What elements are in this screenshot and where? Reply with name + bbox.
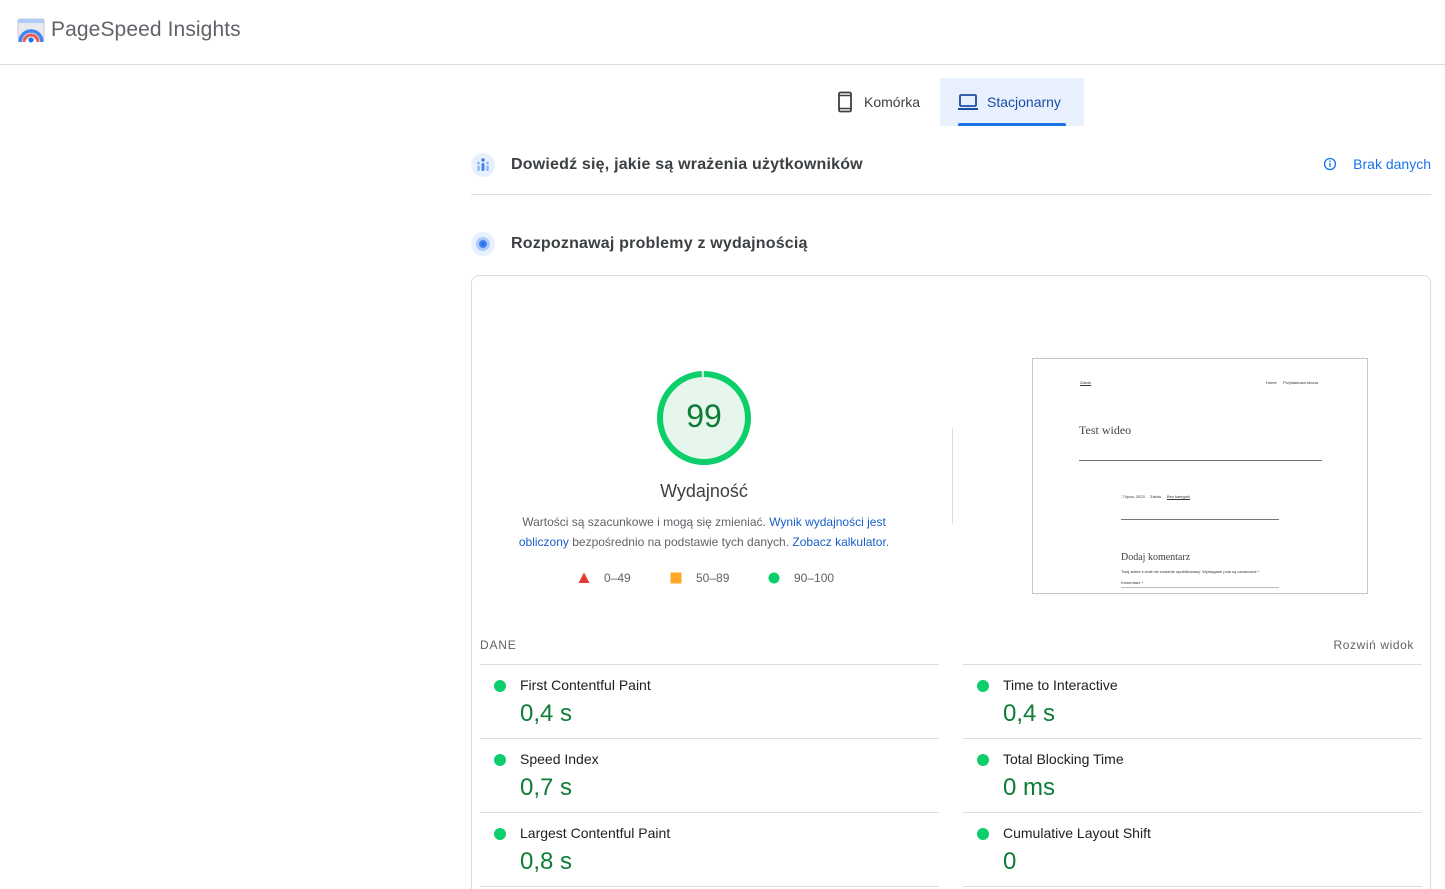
tab-desktop-label: Stacjonarny xyxy=(987,94,1061,110)
legend-fail-label: 0–49 xyxy=(604,571,631,585)
pass-dot-icon xyxy=(494,680,506,692)
metric-name: Cumulative Layout Shift xyxy=(1003,825,1151,841)
vertical-divider xyxy=(952,428,953,524)
users-icon xyxy=(471,153,495,177)
crux-section-header: Dowiedź się, jakie są wrażenia użytkowni… xyxy=(471,151,1431,179)
tab-mobile[interactable]: Komórka xyxy=(818,78,940,126)
no-data-label: Brak danych xyxy=(1353,156,1431,172)
metric-name: Speed Index xyxy=(520,751,599,767)
section-divider xyxy=(471,194,1431,195)
performance-description: Wartości są szacunkowe i mogą się zmieni… xyxy=(508,512,900,552)
preview-textarea xyxy=(1121,587,1279,588)
app-header: PageSpeed Insights xyxy=(0,0,1445,65)
preview-rule-2 xyxy=(1121,519,1279,520)
tab-mobile-label: Komórka xyxy=(864,94,921,110)
calculator-link[interactable]: Zobacz kalkulator xyxy=(792,535,885,549)
metrics-section-label: DANE xyxy=(480,638,517,652)
performance-label: Wydajność xyxy=(660,481,748,501)
circle-icon xyxy=(768,572,780,584)
legend-average-label: 50–89 xyxy=(696,571,730,585)
metric-lcp: Largest Contentful Paint 0,8 s xyxy=(480,812,939,886)
metric-cls: Cumulative Layout Shift 0 xyxy=(963,812,1422,886)
pass-dot-icon xyxy=(977,680,989,692)
expand-view-button[interactable]: Rozwiń widok xyxy=(1333,638,1414,652)
desc-text-2: bezpośrednio na podstawie tych danych. xyxy=(568,535,793,549)
metric-tbt: Total Blocking Time 0 ms xyxy=(963,738,1422,812)
preview-nav-home: Home xyxy=(1266,380,1277,385)
lighthouse-section-header: Rozpoznawaj problemy z wydajnością xyxy=(471,230,1431,258)
preview-nav-sample: Przykładowa strona xyxy=(1283,380,1318,385)
score-legend: 0–49 50–89 90–100 xyxy=(472,571,936,587)
preview-comment-label: Komentarz * xyxy=(1121,580,1144,585)
metric-value: 0,8 s xyxy=(520,848,573,875)
triangle-icon xyxy=(578,572,590,583)
pass-dot-icon xyxy=(977,828,989,840)
pagespeed-logo-icon[interactable] xyxy=(17,18,45,44)
legend-pass: 90–100 xyxy=(768,571,834,585)
metric-tti: Time to Interactive 0,4 s xyxy=(963,664,1422,738)
metrics-bottom-rule-right xyxy=(963,886,1422,887)
tab-desktop[interactable]: Stacjonarny xyxy=(940,78,1084,126)
no-data-status[interactable]: Brak danych xyxy=(1323,156,1431,172)
laptop-icon xyxy=(958,94,978,110)
info-icon xyxy=(1324,157,1337,171)
legend-average: 50–89 xyxy=(670,571,729,585)
pass-dot-icon xyxy=(977,754,989,766)
performance-card: 99 Wydajność Wartości są szacunkowe i mo… xyxy=(471,275,1431,889)
metric-name: Time to Interactive xyxy=(1003,677,1118,693)
preview-site-name: Zaloto xyxy=(1080,380,1092,385)
preview-meta-author: Zaloto xyxy=(1150,494,1162,499)
metric-value: 0,4 s xyxy=(520,700,573,727)
lighthouse-section-title: Rozpoznawaj problemy z wydajnością xyxy=(511,235,808,252)
metric-value: 0,7 s xyxy=(520,774,573,801)
phone-icon xyxy=(838,91,852,113)
metric-name: Largest Contentful Paint xyxy=(520,825,671,841)
lighthouse-icon xyxy=(471,232,495,256)
preview-rule xyxy=(1079,460,1322,461)
legend-pass-label: 90–100 xyxy=(794,571,835,585)
square-icon xyxy=(670,572,682,584)
pass-dot-icon xyxy=(494,828,506,840)
score-value: 99 xyxy=(686,398,722,434)
metric-fcp: First Contentful Paint 0,4 s xyxy=(480,664,939,738)
preview-comment-heading: Dodaj komentarz xyxy=(1121,552,1191,563)
desc-text-1: Wartości są szacunkowe i mogą się zmieni… xyxy=(522,515,770,529)
crux-section-title: Dowiedź się, jakie są wrażenia użytkowni… xyxy=(511,156,863,173)
metric-value: 0,4 s xyxy=(1003,700,1056,727)
preview-post-title: Test wideo xyxy=(1079,423,1132,437)
preview-comment-note: Twój adres e-mail nie zostanie opublikow… xyxy=(1121,569,1260,574)
app-title[interactable]: PageSpeed Insights xyxy=(51,18,241,42)
preview-meta-date: 7 lipca, 2023 xyxy=(1122,494,1145,499)
legend-fail: 0–49 xyxy=(578,571,631,585)
preview-meta-category: Bez kategorii xyxy=(1167,494,1191,499)
page-screenshot[interactable]: Zaloto Home Przykładowa strona Test wide… xyxy=(1032,358,1368,594)
metrics-bottom-rule-left xyxy=(480,886,939,887)
device-tabs: Komórka Stacjonarny xyxy=(818,78,1084,126)
pass-dot-icon xyxy=(494,754,506,766)
metric-si: Speed Index 0,7 s xyxy=(480,738,939,812)
metric-value: 0 ms xyxy=(1003,774,1056,801)
metric-name: Total Blocking Time xyxy=(1003,751,1124,767)
metric-value: 0 xyxy=(1003,848,1017,875)
metric-name: First Contentful Paint xyxy=(520,677,651,693)
desc-text-3: . xyxy=(885,535,890,549)
